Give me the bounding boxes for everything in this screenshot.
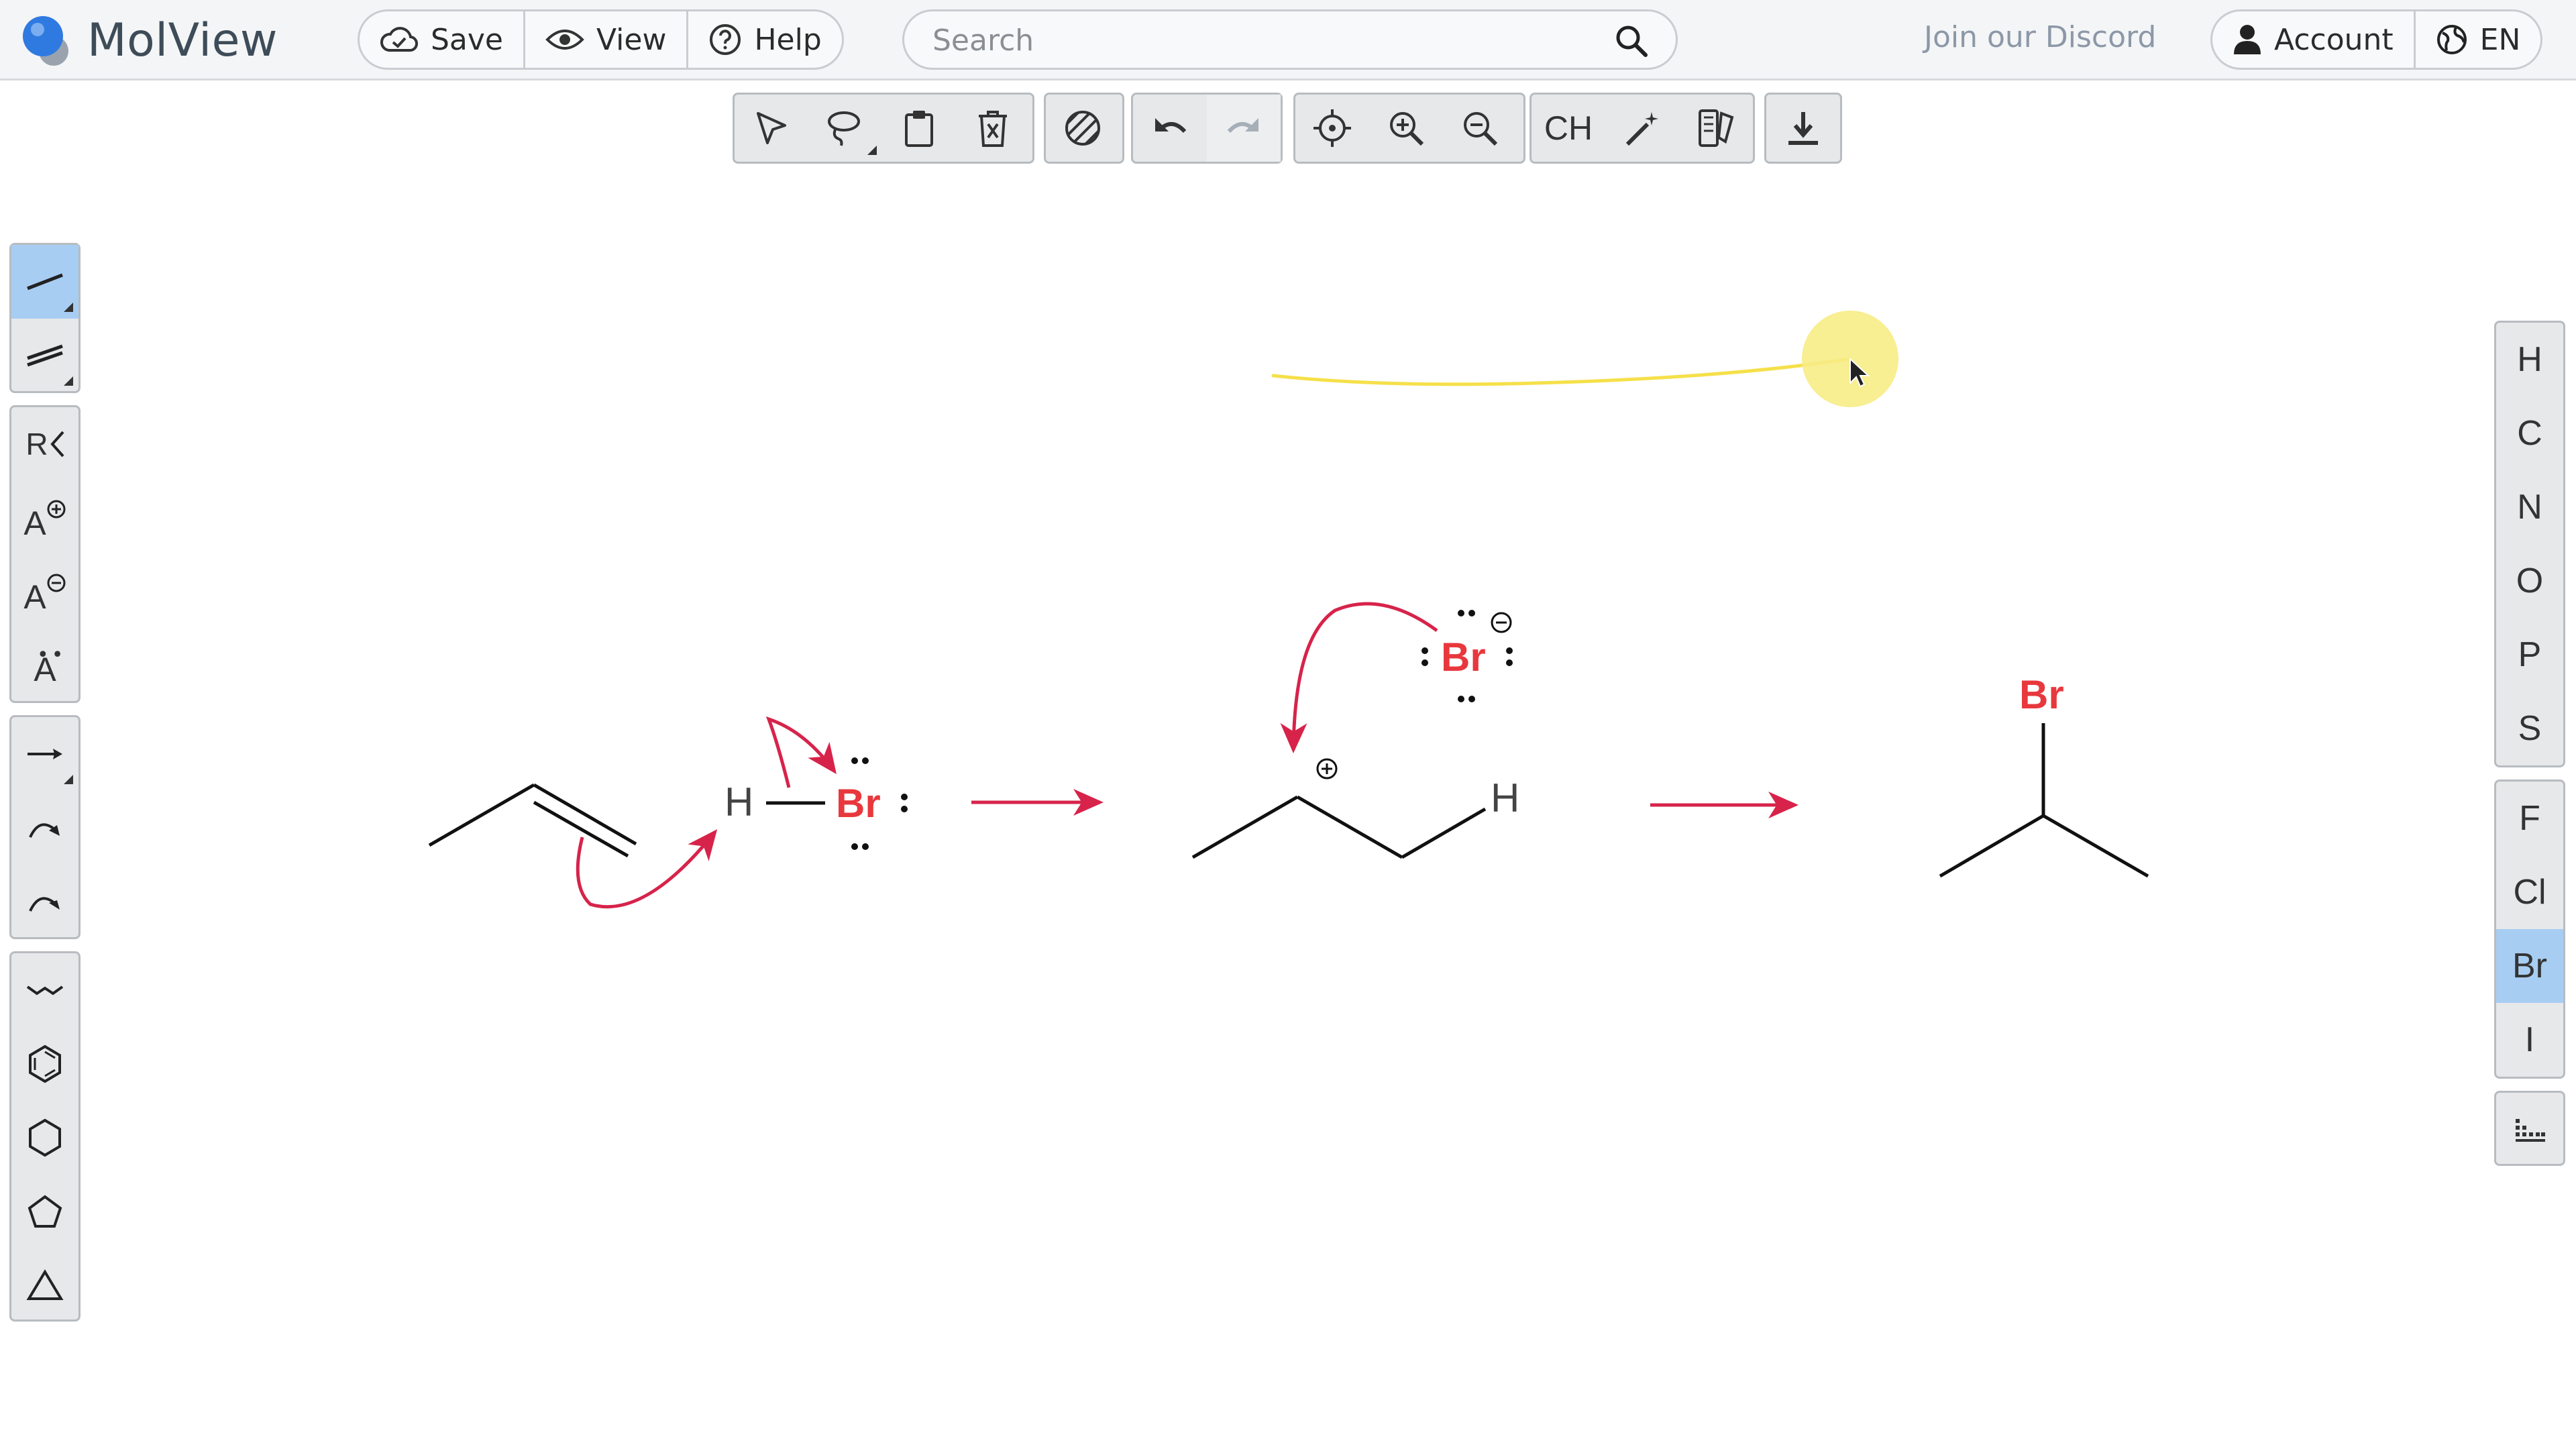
curved-arrow-bond-to-br	[765, 716, 837, 788]
curved-arrow-br-to-carbocation	[1280, 602, 1438, 753]
app-logo[interactable]: MolView	[20, 12, 278, 68]
highlight-stroke	[1271, 357, 1852, 386]
globe-icon	[2436, 25, 2467, 54]
language-button[interactable]: EN	[2416, 11, 2541, 68]
help-label: Help	[754, 22, 822, 57]
save-label: Save	[431, 22, 504, 57]
curved-arrow-pi-to-h	[576, 829, 718, 909]
search-icon[interactable]	[1614, 23, 1649, 58]
account-group: Account EN	[2210, 9, 2543, 70]
atom-br-hbr[interactable]: Br	[836, 781, 881, 826]
top-bar: MolView Save View Help Search Join our D…	[0, 0, 2576, 80]
eye-icon	[545, 30, 584, 50]
discord-link[interactable]: Join our Discord	[1924, 20, 2156, 54]
search-input[interactable]	[931, 18, 1571, 62]
propene-molecule[interactable]	[428, 783, 637, 858]
atom-h-hbr[interactable]: H	[724, 780, 753, 824]
app-name: MolView	[87, 13, 278, 67]
cloud-check-icon	[380, 27, 418, 52]
file-menu-group: Save View Help	[358, 9, 844, 70]
negative-charge-mark	[1491, 612, 1512, 633]
positive-charge-mark	[1316, 758, 1338, 780]
atom-h-carbocation[interactable]: H	[1491, 775, 1519, 820]
view-button[interactable]: View	[525, 11, 689, 68]
account-button[interactable]: Account	[2212, 11, 2416, 68]
bromopropane-molecule[interactable]	[1939, 723, 2149, 878]
save-button[interactable]: Save	[360, 11, 526, 68]
molview-logo-icon	[20, 13, 74, 67]
search-box	[902, 9, 1678, 70]
user-icon	[2234, 25, 2261, 54]
language-label: EN	[2479, 22, 2521, 57]
view-label: View	[596, 22, 667, 57]
atom-br-anion[interactable]: Br	[1441, 635, 1486, 680]
sketch-canvas[interactable]: H Br H Br Br	[0, 80, 2576, 1449]
help-circle-icon	[710, 24, 741, 55]
help-button[interactable]: Help	[688, 11, 841, 68]
atom-br-product[interactable]: Br	[2019, 672, 2064, 717]
account-label: Account	[2274, 22, 2394, 57]
carbocation-molecule[interactable]	[1191, 795, 1487, 859]
